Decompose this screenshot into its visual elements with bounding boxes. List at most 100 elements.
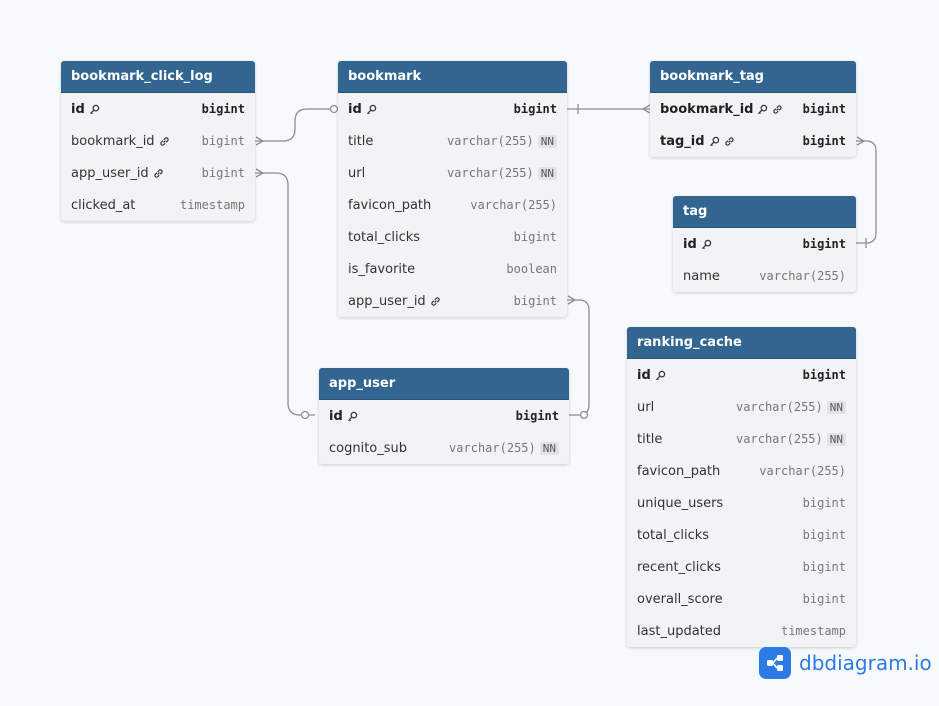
not-null-badge: NN: [826, 432, 846, 446]
column-type: bigint: [802, 237, 846, 251]
column-row[interactable]: total_clicks bigint: [627, 519, 856, 551]
column-name: favicon_path: [637, 464, 759, 479]
key-icon: [701, 239, 712, 250]
crow-foot-many: [255, 136, 265, 146]
crow-foot-many: [567, 295, 577, 305]
column-name: url: [348, 166, 447, 181]
column-row[interactable]: cognito_sub varchar(255) NN: [319, 432, 569, 464]
column-name-text: favicon_path: [637, 463, 721, 479]
column-type: bigint: [513, 294, 557, 308]
column-type: bigint: [802, 134, 846, 148]
brand-logo[interactable]: dbdiagram.io: [759, 647, 932, 679]
column-name: last_updated: [637, 624, 781, 639]
column-name-text: id: [348, 101, 362, 117]
column-row[interactable]: recent_clicks bigint: [627, 551, 856, 583]
column-row[interactable]: overall_score bigint: [627, 583, 856, 615]
column-row[interactable]: id bigint: [338, 93, 567, 125]
table-header[interactable]: app_user: [319, 368, 569, 400]
key-icon: [347, 411, 358, 422]
column-row[interactable]: bookmark_id bigint: [61, 125, 255, 157]
column-row[interactable]: id bigint: [319, 400, 569, 432]
column-name: bookmark_id: [71, 134, 202, 149]
column-row[interactable]: id bigint: [627, 359, 856, 391]
zero-or-one-marker: [579, 410, 589, 420]
column-name-text: last_updated: [637, 623, 722, 639]
column-name-text: favicon_path: [348, 197, 432, 213]
column-type: varchar(255): [447, 134, 534, 148]
crow-foot-many: [255, 168, 265, 178]
column-name: id: [71, 102, 202, 117]
column-row[interactable]: title varchar(255) NN: [627, 423, 856, 455]
table-header[interactable]: tag: [673, 196, 856, 228]
table-tag[interactable]: tag id bigint name varchar(255): [673, 196, 856, 292]
column-row[interactable]: url varchar(255) NN: [338, 157, 567, 189]
column-name-text: tag_id: [660, 133, 705, 149]
column-type: bigint: [201, 102, 245, 116]
column-row[interactable]: id bigint: [61, 93, 255, 125]
key-icon: [757, 104, 768, 115]
column-name: clicked_at: [71, 198, 180, 213]
column-name-text: recent_clicks: [637, 559, 721, 575]
table-header[interactable]: bookmark: [338, 61, 567, 93]
column-type: bigint: [802, 592, 846, 606]
column-row[interactable]: app_user_id bigint: [338, 285, 567, 317]
column-row[interactable]: bookmark_id bigint: [650, 93, 856, 125]
column-name-text: overall_score: [637, 591, 723, 607]
column-name-text: is_favorite: [348, 261, 416, 277]
column-row[interactable]: name varchar(255): [673, 260, 856, 292]
crow-foot-many: [856, 136, 866, 146]
column-row[interactable]: favicon_path varchar(255): [338, 189, 567, 221]
column-name: total_clicks: [348, 230, 514, 245]
column-name: tag_id: [660, 134, 803, 149]
column-name: is_favorite: [348, 262, 506, 277]
column-name-text: id: [329, 408, 343, 424]
table-header[interactable]: ranking_cache: [627, 327, 856, 359]
zero-or-one-marker: [300, 410, 310, 420]
not-null-badge: NN: [539, 441, 559, 455]
column-name: url: [637, 400, 736, 415]
column-row[interactable]: unique_users bigint: [627, 487, 856, 519]
column-name-text: total_clicks: [637, 527, 710, 543]
column-type: bigint: [802, 560, 846, 574]
table-header[interactable]: bookmark_click_log: [61, 61, 255, 93]
column-row[interactable]: url varchar(255) NN: [627, 391, 856, 423]
column-type: varchar(255): [759, 464, 846, 478]
column-name: title: [637, 432, 736, 447]
link-icon: [153, 168, 164, 179]
column-name: favicon_path: [348, 198, 470, 213]
column-row[interactable]: favicon_path varchar(255): [627, 455, 856, 487]
column-row[interactable]: is_favorite boolean: [338, 253, 567, 285]
column-name-text: clicked_at: [71, 197, 136, 213]
column-name-text: app_user_id: [71, 165, 149, 181]
column-name: name: [683, 269, 759, 284]
column-row[interactable]: total_clicks bigint: [338, 221, 567, 253]
column-type: bigint: [513, 230, 557, 244]
column-type: varchar(255): [759, 269, 846, 283]
column-row[interactable]: clicked_at timestamp: [61, 189, 255, 221]
key-icon: [89, 104, 100, 115]
table-bookmark-click-log[interactable]: bookmark_click_log id bigint bookmark_id big…: [61, 61, 255, 221]
column-name-text: title: [348, 133, 374, 149]
column-row[interactable]: app_user_id bigint: [61, 157, 255, 189]
column-type: varchar(255): [736, 400, 823, 414]
column-row[interactable]: id bigint: [673, 228, 856, 260]
column-name-text: title: [637, 431, 663, 447]
share-nodes-icon: [759, 647, 791, 679]
not-null-badge: NN: [826, 400, 846, 414]
column-name-text: unique_users: [637, 495, 724, 511]
column-name-text: url: [637, 399, 655, 415]
table-bookmark[interactable]: bookmark id bigint title varchar(255) NN url va…: [338, 61, 567, 317]
column-type: timestamp: [179, 198, 245, 212]
column-name: app_user_id: [71, 166, 202, 181]
table-app-user[interactable]: app_user id bigint cognito_sub varchar(255) N…: [319, 368, 569, 464]
column-row[interactable]: tag_id bigint: [650, 125, 856, 157]
column-type: bigint: [201, 166, 245, 180]
column-name-text: app_user_id: [348, 293, 426, 309]
table-ranking-cache[interactable]: ranking_cache id bigint url varchar(255) NN ti…: [627, 327, 856, 647]
table-bookmark-tag[interactable]: bookmark_tag bookmark_id bigint tag_id bigin…: [650, 61, 856, 157]
column-name-text: cognito_sub: [329, 440, 408, 456]
column-row[interactable]: last_updated timestamp: [627, 615, 856, 647]
table-header[interactable]: bookmark_tag: [650, 61, 856, 93]
rel-click-log-bookmark: [255, 108, 331, 142]
column-row[interactable]: title varchar(255) NN: [338, 125, 567, 157]
